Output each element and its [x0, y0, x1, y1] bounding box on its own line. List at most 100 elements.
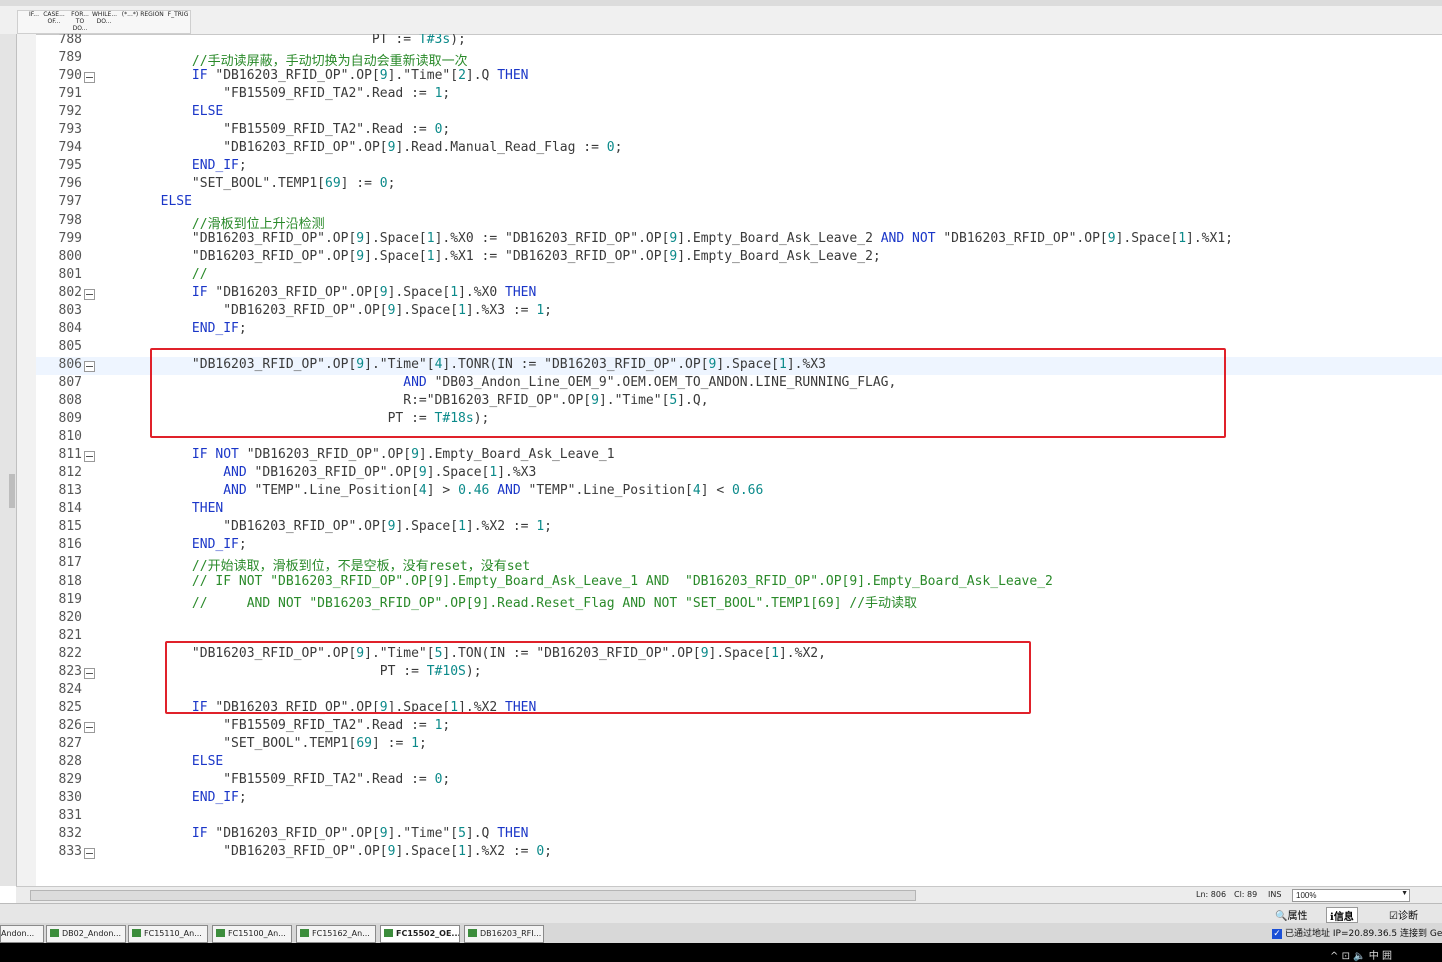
- properties-icon: 🔍: [1275, 911, 1288, 922]
- code-line[interactable]: 817 //开始读取，滑板到位，不是空板，没有reset，没有set: [36, 555, 1442, 574]
- fold-toggle-icon[interactable]: [84, 72, 95, 84]
- code-line[interactable]: 804 END_IF;: [36, 321, 1442, 339]
- code-text: //: [191, 266, 208, 282]
- block-icon: [384, 929, 393, 937]
- fold-toggle-icon[interactable]: [84, 848, 95, 860]
- code-text: ELSE: [191, 104, 224, 120]
- code-line[interactable]: 793 "FB15509_RFID_TA2".Read := 0;: [36, 122, 1442, 140]
- connection-status: ✓ 已通过地址 IP=20.89.36.5 连接到 Ge...: [1272, 929, 1442, 939]
- code-text: ELSE: [160, 194, 192, 210]
- code-editor[interactable]: 788 PT := T#3s); 789 //手动读屏蔽，手动切换为自动会重新读取…: [36, 34, 1442, 886]
- code-text: IF "DB16203_RFID_OP".OP[9].Space[1].%X0 …: [191, 284, 537, 300]
- line-number: 788: [58, 34, 82, 47]
- horizontal-scrollbar[interactable]: [30, 890, 916, 901]
- tab-info[interactable]: ℹ信息: [1326, 907, 1358, 923]
- code-line[interactable]: 820: [36, 610, 1442, 628]
- collapse-panel-tab[interactable]: [9, 474, 15, 508]
- code-line[interactable]: 794 "DB16203_RFID_OP".OP[9].Read.Manual_…: [36, 140, 1442, 158]
- line-number: 790: [58, 68, 82, 84]
- code-line[interactable]: 813 AND "TEMP".Line_Position[4] > 0.46 A…: [36, 483, 1442, 501]
- line-number: 831: [58, 808, 82, 824]
- code-line[interactable]: 827 "SET_BOOL".TEMP1[69] := 1;: [36, 736, 1442, 754]
- ftrig-snippet-button[interactable]: F_TRIG: [166, 11, 190, 31]
- zoom-select[interactable]: 100% ▼: [1292, 889, 1410, 902]
- block-icon: [216, 929, 225, 937]
- tab-diagnostics[interactable]: ☑诊断: [1386, 907, 1421, 922]
- editor-tab[interactable]: FC15110_An...: [128, 925, 208, 943]
- code-line[interactable]: 792 ELSE: [36, 104, 1442, 122]
- editor-tab[interactable]: FC15100_An...: [212, 925, 292, 943]
- os-taskbar: ^ ⊡ 🔈 中 囲: [0, 943, 1442, 962]
- code-text: //手动读屏蔽，手动切换为自动会重新读取一次: [191, 54, 468, 70]
- fold-toggle-icon[interactable]: [84, 360, 95, 372]
- line-number: 803: [58, 302, 82, 318]
- network-icon[interactable]: ⊡: [1342, 951, 1350, 962]
- code-line[interactable]: 797 ELSE: [36, 194, 1442, 212]
- code-line[interactable]: 800 "DB16203_RFID_OP".OP[9].Space[1].%X1…: [36, 249, 1442, 267]
- annotation-box-tonr: [150, 348, 1226, 438]
- code-line[interactable]: 815 "DB16203_RFID_OP".OP[9].Space[1].%X2…: [36, 519, 1442, 537]
- line-number: 815: [58, 519, 82, 535]
- code-line[interactable]: 814 THEN: [36, 501, 1442, 519]
- code-line[interactable]: 828 ELSE: [36, 754, 1442, 772]
- code-line[interactable]: 789 //手动读屏蔽，手动切换为自动会重新读取一次: [36, 50, 1442, 70]
- code-text: AND "TEMP".Line_Position[4] > 0.46 AND "…: [223, 483, 764, 499]
- volume-icon[interactable]: 🔈: [1353, 951, 1365, 962]
- line-number: 818: [58, 573, 82, 589]
- code-text: END_IF;: [191, 790, 247, 806]
- editor-tab-label: DB16203_RFI...: [480, 929, 542, 938]
- for-snippet-button[interactable]: FOR... TO DO...: [68, 11, 92, 32]
- code-line[interactable]: 812 AND "DB16203_RFID_OP".OP[9].Space[1]…: [36, 465, 1442, 483]
- code-line[interactable]: 829 "FB15509_RFID_TA2".Read := 0;: [36, 772, 1442, 790]
- ime-indicator[interactable]: 中 囲: [1369, 951, 1392, 962]
- code-line[interactable]: 788 PT := T#3s);: [36, 34, 1442, 50]
- editor-tab[interactable]: DB16203_RFI...: [464, 925, 544, 943]
- case-snippet-button[interactable]: CASE... OF...: [42, 11, 66, 31]
- code-line[interactable]: 802 IF "DB16203_RFID_OP".OP[9].Space[1].…: [36, 285, 1442, 303]
- region-snippet-button[interactable]: REGION: [140, 11, 164, 31]
- code-line[interactable]: 811 IF NOT "DB16203_RFID_OP".OP[9].Empty…: [36, 447, 1442, 465]
- code-line[interactable]: 818 // IF NOT "DB16203_RFID_OP".OP[9].Em…: [36, 574, 1442, 592]
- while-snippet-button[interactable]: WHILE... DO...: [92, 11, 117, 31]
- line-number: 795: [58, 158, 82, 174]
- code-line[interactable]: 826 "FB15509_RFID_TA2".Read := 1;: [36, 718, 1442, 736]
- code-line[interactable]: 796 "SET_BOOL".TEMP1[69] := 0;: [36, 176, 1442, 194]
- code-line[interactable]: 819 // AND NOT "DB16203_RFID_OP".OP[9].R…: [36, 592, 1442, 611]
- tab-properties[interactable]: 🔍属性: [1272, 907, 1310, 922]
- fold-toggle-icon[interactable]: [84, 721, 95, 733]
- fold-toggle-icon[interactable]: [84, 288, 95, 300]
- code-text: "DB16203_RFID_OP".OP[9].Space[1].%X2 := …: [223, 844, 552, 860]
- code-line[interactable]: 803 "DB16203_RFID_OP".OP[9].Space[1].%X3…: [36, 303, 1442, 321]
- code-line[interactable]: 799 "DB16203_RFID_OP".OP[9].Space[1].%X0…: [36, 231, 1442, 249]
- code-line[interactable]: 790 IF "DB16203_RFID_OP".OP[9]."Time"[2]…: [36, 68, 1442, 86]
- editor-tab[interactable]: FC15502_OE...: [380, 925, 460, 943]
- line-number: 808: [58, 393, 82, 408]
- tray-arrow-icon[interactable]: ^: [1330, 951, 1338, 962]
- code-line[interactable]: 801 //: [36, 267, 1442, 285]
- code-text: IF NOT "DB16203_RFID_OP".OP[9].Empty_Boa…: [191, 447, 615, 463]
- code-line[interactable]: 791 "FB15509_RFID_TA2".Read := 1;: [36, 86, 1442, 104]
- code-text: IF "DB16203_RFID_OP".OP[9]."Time"[2].Q T…: [191, 68, 529, 84]
- fold-toggle-icon[interactable]: [84, 451, 95, 463]
- line-number: 791: [58, 86, 82, 102]
- comment-snippet-button[interactable]: (*...*): [118, 11, 142, 31]
- editor-tab[interactable]: FC15162_An...: [296, 925, 376, 943]
- editor-tab[interactable]: Andon...: [0, 925, 44, 943]
- editor-tab[interactable]: DB02_Andon...: [46, 925, 126, 943]
- code-line[interactable]: 830 END_IF;: [36, 790, 1442, 808]
- code-line[interactable]: 832 IF "DB16203_RFID_OP".OP[9]."Time"[5]…: [36, 826, 1442, 844]
- line-number: 799: [58, 230, 82, 246]
- line-number: 798: [58, 212, 82, 228]
- code-line[interactable]: 795 END_IF;: [36, 158, 1442, 176]
- code-line[interactable]: 798 //滑板到位上升沿检测: [36, 212, 1442, 232]
- code-line[interactable]: 833 "DB16203_RFID_OP".OP[9].Space[1].%X2…: [36, 844, 1442, 862]
- code-text: "FB15509_RFID_TA2".Read := 0;: [223, 122, 451, 138]
- code-text: "FB15509_RFID_TA2".Read := 1;: [223, 86, 451, 102]
- code-text: AND "DB16203_RFID_OP".OP[9].Space[1].%X3: [223, 465, 537, 481]
- line-number: 832: [58, 826, 82, 842]
- fold-toggle-icon[interactable]: [84, 667, 95, 679]
- code-line[interactable]: 816 END_IF;: [36, 537, 1442, 555]
- line-number: 806: [58, 356, 82, 372]
- code-line[interactable]: 831: [36, 808, 1442, 826]
- left-side-panel-strip[interactable]: [0, 34, 17, 886]
